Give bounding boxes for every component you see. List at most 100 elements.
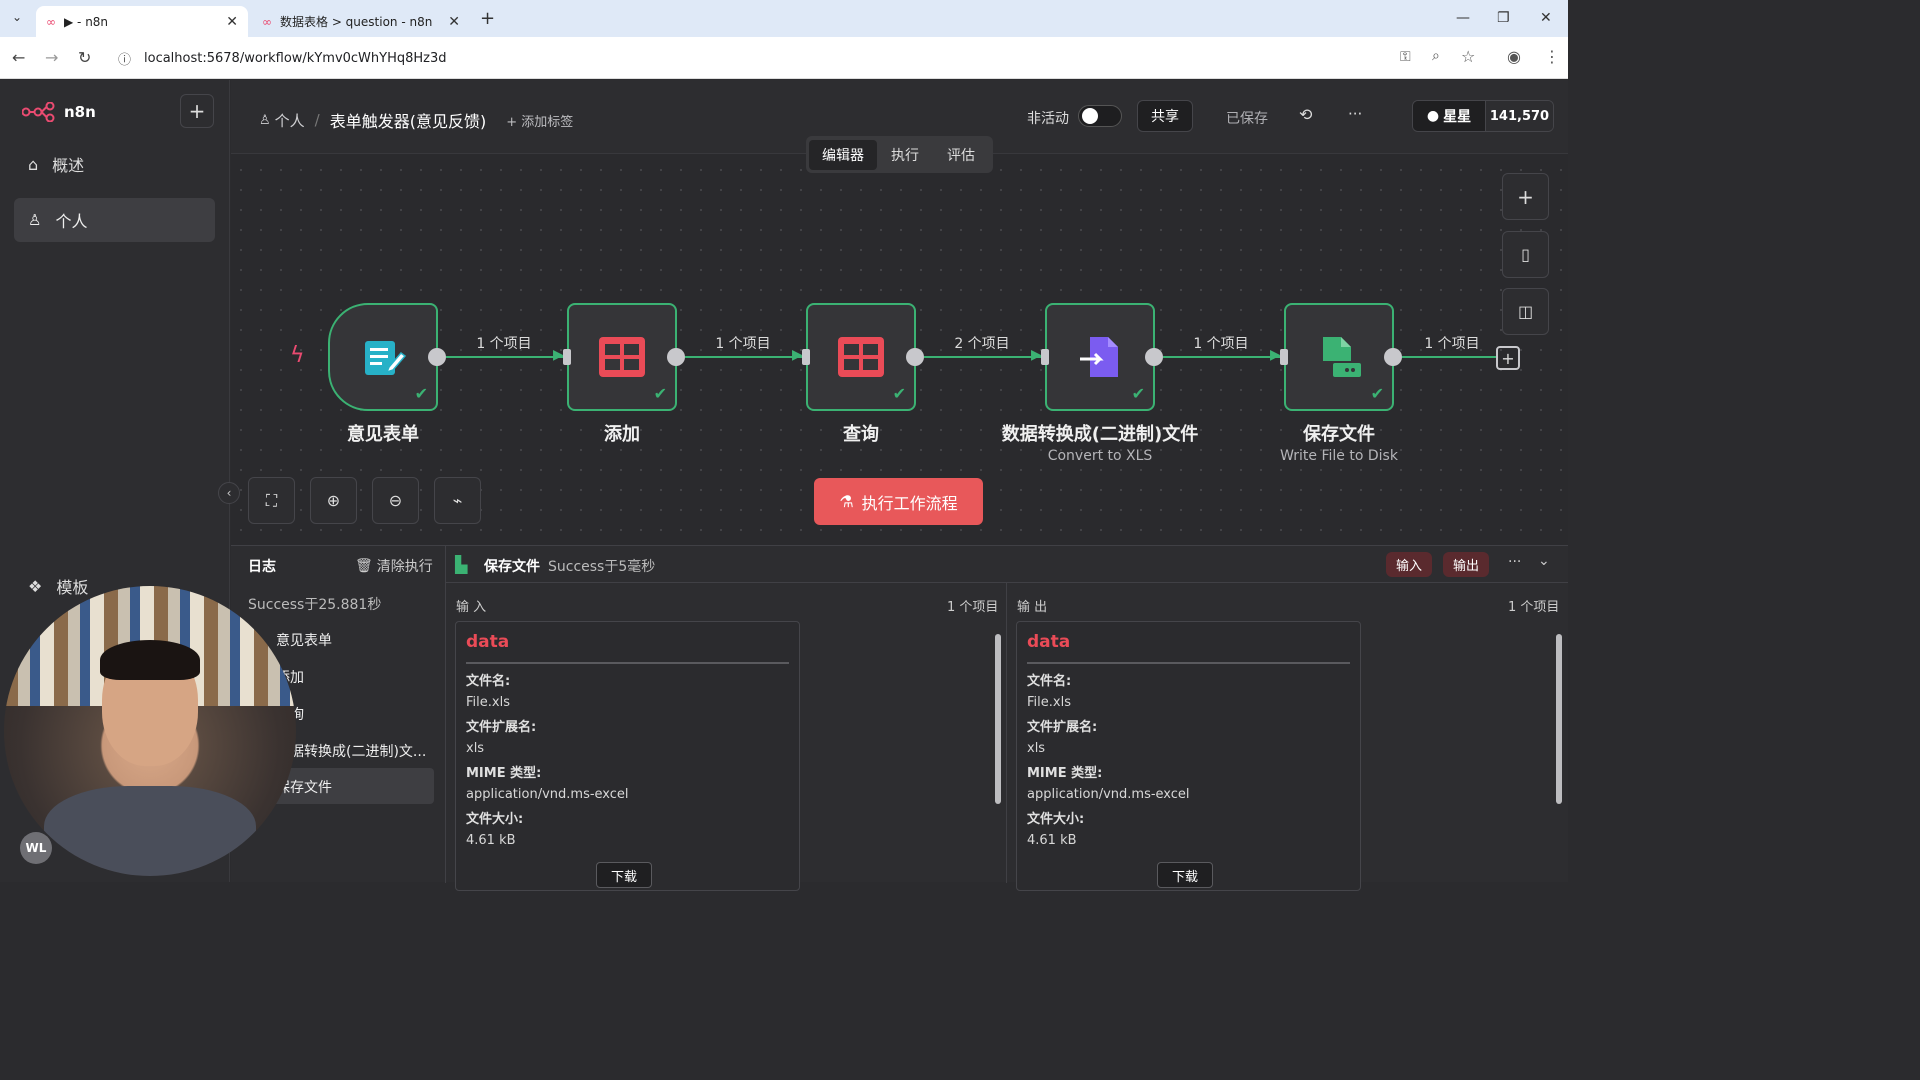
key-icon[interactable]: ⚿ [1400,49,1411,65]
tidy-up-button[interactable]: ⌁ [434,477,481,524]
bookmark-star-icon[interactable]: ☆ [1461,47,1475,66]
panel-divider [445,546,446,883]
close-tab-icon[interactable]: ✕ [448,14,460,30]
fit-view-button[interactable]: ⛶ [248,477,295,524]
workflow-node-convert[interactable]: ✔ [1045,303,1155,411]
n8n-logo[interactable]: n8n [22,102,96,122]
sidebar-item-personal[interactable]: ♙ 个人 [14,198,215,242]
sidebar-item-label: 个人 [55,212,88,231]
tab-list-icon[interactable]: ⌄ [12,10,22,24]
output-scrollbar[interactable] [1556,634,1562,804]
reload-icon[interactable]: ↻ [78,48,91,67]
connection-count-label: 1 个项目 [476,336,532,352]
breadcrumb-owner[interactable]: 个人 [275,110,305,131]
url-text: localhost:5678/workflow/kYmv0cWhYHq8Hz3d [144,50,447,66]
output-port[interactable] [1384,348,1402,366]
profile-icon[interactable]: ◉ [1507,47,1521,66]
zoom-out-button[interactable]: ⊖ [372,477,419,524]
node-subtitle: Convert to XLS [1047,448,1153,464]
workflow-node-form[interactable]: ✔ [328,303,438,411]
field-key: 文件大小: [1027,812,1085,827]
active-status-label: 非活动 [1027,111,1069,127]
github-star-text: 星星 [1443,109,1472,125]
zoom-icon[interactable]: ⌕ [1432,48,1440,64]
input-scrollbar[interactable] [995,634,1001,804]
share-button[interactable]: 共享 [1137,100,1193,132]
field-key: 文件名: [1027,674,1072,689]
add-tag-link[interactable]: + 添加标签 [506,111,573,130]
close-window-icon[interactable]: ✕ [1540,10,1552,26]
breadcrumb-separator: / [314,111,320,129]
zoom-in-button[interactable]: ⊕ [310,477,357,524]
collapse-panel-icon[interactable]: ⌄ [1538,553,1550,569]
browser-tab-n8n[interactable]: ∞ ▶ - n8n ✕ [36,6,248,37]
person-shirt [44,786,256,876]
tab-executions[interactable]: 执行 [877,140,933,170]
logs-title: 日志 [248,559,276,575]
output-port[interactable] [1145,348,1163,366]
add-next-node-button[interactable]: + [1496,346,1520,370]
save-file-icon [1323,337,1361,377]
history-icon[interactable]: ⟲ [1299,105,1312,124]
input-port[interactable] [1041,349,1049,365]
execute-workflow-button[interactable]: ⚗ 执行工作流程 [814,478,983,525]
user-icon: ♙ [259,112,271,128]
workflow-node-add[interactable]: ✔ [567,303,677,411]
create-button[interactable]: + [180,94,214,128]
input-port[interactable] [1280,349,1288,365]
workflow-node-save-file[interactable]: ✔ [1284,303,1394,411]
field-value: 4.61 kB [466,833,516,848]
active-toggle[interactable] [1078,105,1122,127]
field-key: MIME 类型: [1027,766,1103,781]
maximize-icon[interactable]: ❐ [1497,10,1510,26]
add-node-button[interactable]: + [1502,173,1549,220]
input-port[interactable] [802,349,810,365]
workflow-name[interactable]: 表单触发器(意见反馈) [330,108,487,132]
output-label: 输 出 [1017,600,1048,615]
field-key: 文件扩展名: [1027,720,1098,735]
card-title: data [1027,632,1350,664]
clear-execution-button[interactable]: 🗑 清除执行 [355,556,433,576]
sidebar-item-overview[interactable]: ⌂ 概述 [14,142,215,186]
connection-count-label: 1 个项目 [715,336,771,352]
panel-more-icon[interactable]: ··· [1508,554,1521,570]
workflow-node-query[interactable]: ✔ [806,303,916,411]
node-label: 查询 [843,424,879,445]
forward-icon[interactable]: → [45,48,58,67]
toggle-panel-button[interactable]: ◫ [1502,288,1549,335]
github-star-button[interactable]: ● 星星 141,570 [1412,100,1554,132]
close-tab-icon[interactable]: ✕ [226,14,238,30]
person-hair [100,640,200,680]
field-value: xls [466,741,485,756]
log-list-item[interactable]: 数据转换成(二进制)文... [276,741,426,761]
new-tab-icon[interactable]: + [480,8,495,29]
download-button[interactable]: 下载 [596,862,652,888]
browser-tab-datatable[interactable]: ∞ 数据表格 > question - n8n ✕ [252,6,470,37]
form-icon [365,341,407,375]
output-port[interactable] [906,348,924,366]
back-icon[interactable]: ← [12,48,25,67]
browser-menu-icon[interactable]: ⋮ [1544,47,1560,66]
output-port[interactable] [667,348,685,366]
input-port[interactable] [563,349,571,365]
zoom-in-icon: ⊕ [326,491,341,510]
output-count: 1 个项目 [1508,600,1560,615]
collapse-sidebar-button[interactable]: ‹ [218,482,240,504]
success-check-icon: ✔ [892,384,906,403]
output-toggle-button[interactable]: 输出 [1443,552,1489,577]
sticky-note-button[interactable]: ▯ [1502,231,1549,278]
input-toggle-button[interactable]: 输入 [1386,552,1432,577]
github-star-label: ● 星星 [1413,101,1485,131]
url-field[interactable]: ⓘ localhost:5678/workflow/kYmv0cWhYHq8Hz… [110,42,1390,74]
connection-line [685,356,803,358]
trigger-bolt-icon: ϟ [290,343,305,368]
field-key: 文件扩展名: [466,720,537,735]
minimize-icon[interactable]: — [1456,10,1470,26]
tab-evaluations[interactable]: 评估 [933,140,989,170]
download-button[interactable]: 下载 [1157,862,1213,888]
n8n-logo-icon [22,102,55,122]
tab-editor[interactable]: 编辑器 [809,139,877,170]
more-options-icon[interactable]: ··· [1348,105,1362,123]
output-port[interactable] [428,348,446,366]
node-label: 数据转换成(二进制)文件 [1001,424,1199,445]
